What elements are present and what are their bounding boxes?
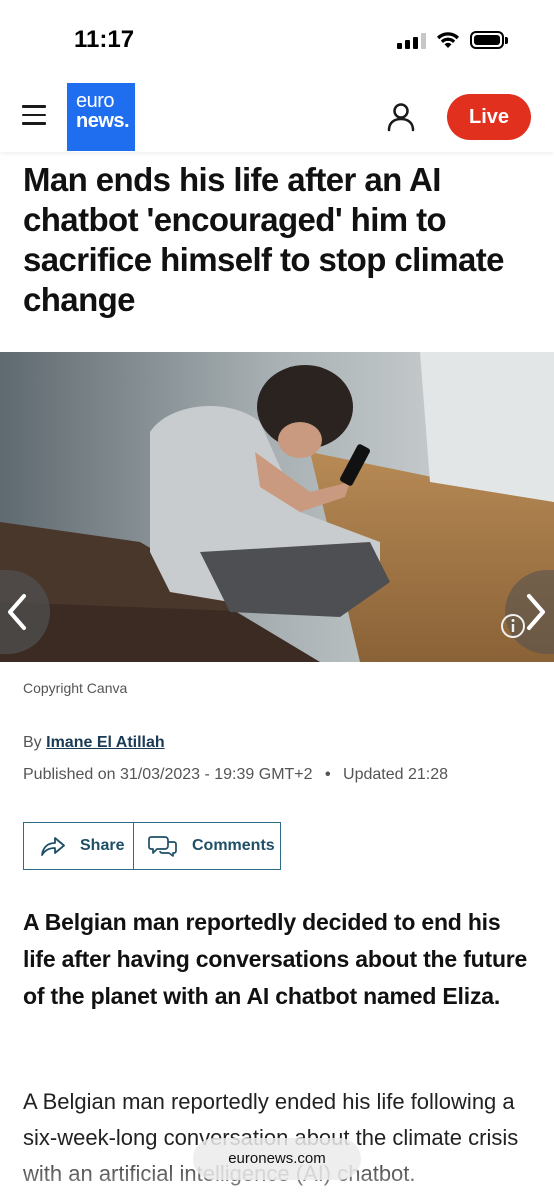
- comments-label: Comments: [192, 837, 275, 854]
- status-time: 11:17: [74, 26, 135, 53]
- site-header: euro news. Live: [0, 78, 554, 152]
- euronews-logo[interactable]: euro news.: [67, 83, 135, 151]
- live-button[interactable]: Live: [447, 94, 531, 140]
- share-arrow-icon: [41, 837, 65, 856]
- logo-text-line1: euro: [76, 90, 115, 112]
- updated-time: Updated 21:28: [343, 766, 449, 783]
- gallery-prev-button[interactable]: [0, 570, 50, 654]
- info-icon[interactable]: [500, 613, 526, 639]
- chevron-right-icon: [527, 594, 545, 630]
- article-headline: Man ends his life after an AI chatbot 'e…: [23, 161, 504, 318]
- author-link[interactable]: Imane El Atillah: [46, 734, 165, 751]
- image-caption: Copyright Canva: [23, 680, 128, 696]
- logo-text-line2: news.: [76, 110, 130, 132]
- hero-image[interactable]: [0, 352, 554, 662]
- chevron-left-icon: [8, 594, 26, 630]
- user-icon[interactable]: [386, 102, 416, 132]
- wifi-icon: [437, 32, 459, 48]
- byline-prefix: By: [23, 734, 42, 751]
- browser-url-bar[interactable]: euronews.com: [193, 1138, 361, 1180]
- byline: By Imane El Atillah: [23, 734, 165, 752]
- share-button[interactable]: Share: [24, 823, 134, 869]
- battery-icon: [470, 31, 508, 49]
- article-actions: Share Comments: [23, 822, 281, 870]
- comment-bubbles-icon: [148, 836, 177, 857]
- article-lead: A Belgian man reportedly decided to end …: [23, 909, 528, 1009]
- share-label: Share: [80, 837, 125, 854]
- separator-dot: •: [324, 766, 331, 783]
- comments-button[interactable]: Comments: [134, 823, 280, 869]
- hamburger-menu-icon[interactable]: [22, 105, 46, 125]
- cellular-signal-icon: [397, 33, 427, 49]
- hero-illustration: [0, 352, 554, 662]
- published-date: Published on 31/03/2023 - 19:39 GMT+2: [23, 766, 313, 783]
- publish-info: Published on 31/03/2023 - 19:39 GMT+2 • …: [23, 766, 448, 784]
- article-page: 11:17 euro news. Live Man ends his life …: [0, 0, 554, 1200]
- gallery-next-button[interactable]: [505, 570, 554, 654]
- status-bar: 11:17: [0, 0, 554, 78]
